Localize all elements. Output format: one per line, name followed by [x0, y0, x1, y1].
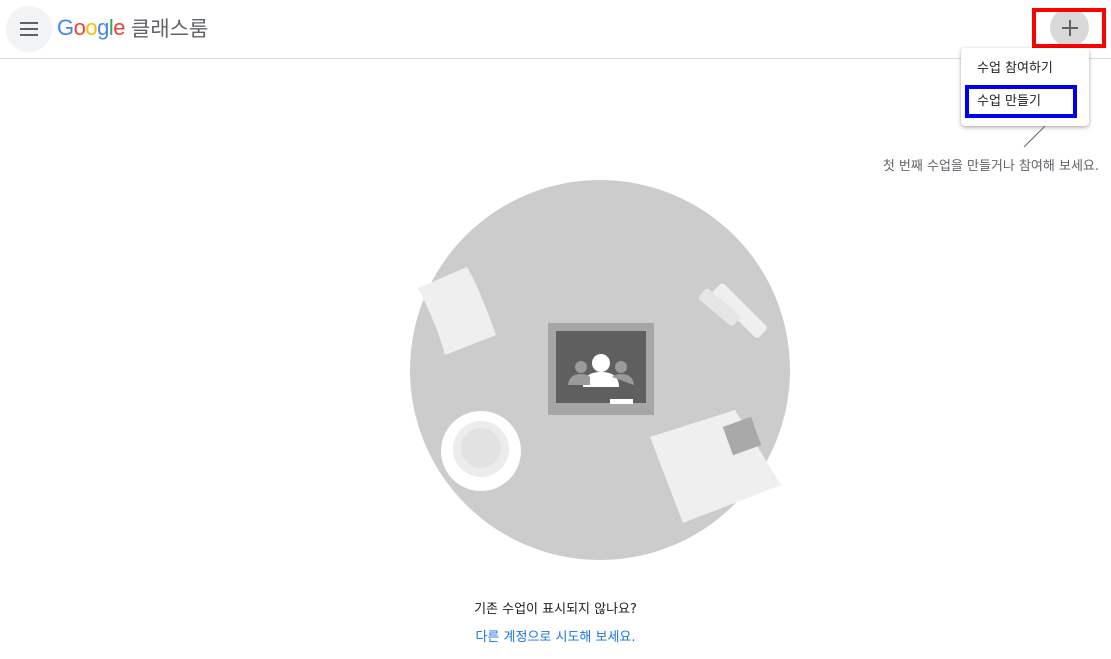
- hamburger-menu-icon: [20, 22, 38, 36]
- hint-pointer-line: [1023, 125, 1046, 148]
- create-class-highlight: [965, 85, 1077, 118]
- menu-item-join-class[interactable]: 수업 참여하기: [961, 54, 1089, 84]
- switch-account-link[interactable]: 다른 계정으로 시도해 보세요.: [0, 626, 1111, 645]
- app-brand[interactable]: Google 클래스룸: [57, 12, 208, 44]
- google-logo: Google: [57, 15, 126, 40]
- app-name: 클래스룸: [131, 17, 209, 41]
- create-or-join-hint: 첫 번째 수업을 만들거나 참여해 보세요.: [882, 159, 1099, 174]
- missing-classes-text: 기존 수업이 표시되지 않나요?: [474, 602, 637, 617]
- coffee-cup-illustration: [441, 411, 521, 491]
- empty-classroom-illustration: [410, 180, 790, 560]
- top-app-bar: Google 클래스룸: [0, 0, 1111, 59]
- classroom-logo-illustration: [548, 323, 654, 415]
- main-menu-button[interactable]: [6, 6, 52, 52]
- add-button-highlight: [1032, 8, 1106, 48]
